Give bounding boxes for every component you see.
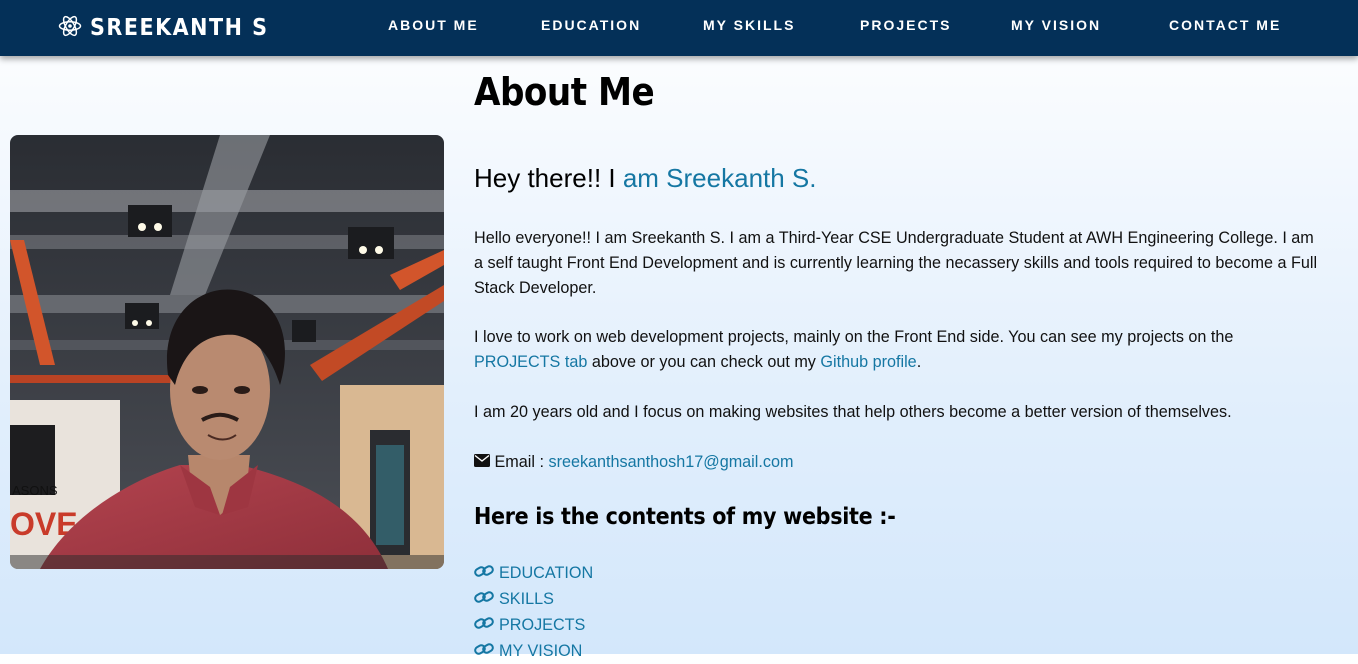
contents-link-my-vision[interactable]: MY VISION xyxy=(499,638,582,664)
list-item: SKILLS xyxy=(474,586,593,612)
projects-paragraph-mid: above or you can check out my xyxy=(587,353,821,371)
greeting-heading: Hey there!! I am Sreekanth S. xyxy=(474,163,817,194)
age-paragraph: I am 20 years old and I focus on making … xyxy=(474,403,1232,421)
nav-education[interactable]: EDUCATION xyxy=(541,17,641,33)
brand-name: SREEKANTH S xyxy=(90,15,269,41)
list-item: PROJECTS xyxy=(474,612,593,638)
contents-link-skills[interactable]: SKILLS xyxy=(499,586,554,612)
contents-heading: Here is the contents of my website :- xyxy=(474,504,896,530)
list-item: MY VISION xyxy=(474,638,593,664)
navbar: SREEKANTH S ABOUT ME EDUCATION MY SKILLS… xyxy=(0,0,1358,56)
intro-paragraph: Hello everyone!! I am Sreekanth S. I am … xyxy=(474,229,1318,297)
profile-photo: ASONS OVE xyxy=(10,135,444,569)
nav-about-me[interactable]: ABOUT ME xyxy=(388,17,479,33)
projects-paragraph-end: . xyxy=(916,353,922,371)
projects-paragraph: I love to work on web development projec… xyxy=(474,325,1324,375)
nav-projects[interactable]: PROJECTS xyxy=(860,17,951,33)
nav-my-vision[interactable]: MY VISION xyxy=(1011,17,1101,33)
link-icon xyxy=(474,560,494,586)
brand-logo[interactable]: SREEKANTH S xyxy=(58,13,269,43)
link-icon xyxy=(474,638,494,664)
list-item: EDUCATION xyxy=(474,560,593,586)
contents-list: EDUCATION SKILLS PROJECTS MY VISION xyxy=(474,560,593,664)
email-label: Email : xyxy=(490,453,549,471)
projects-tab-link[interactable]: PROJECTS tab xyxy=(474,353,587,371)
email-link[interactable]: sreekanthsanthosh17@gmail.com xyxy=(548,453,793,471)
github-profile-link[interactable]: Github profile xyxy=(820,353,916,371)
link-icon xyxy=(474,586,494,612)
atom-icon xyxy=(58,14,82,42)
contents-link-projects[interactable]: PROJECTS xyxy=(499,612,585,638)
contents-link-education[interactable]: EDUCATION xyxy=(499,560,593,586)
projects-paragraph-start: I love to work on web development projec… xyxy=(474,328,1234,346)
greeting-prefix: Hey there!! I xyxy=(474,163,623,193)
email-line: Email : sreekanthsanthosh17@gmail.com xyxy=(474,450,1324,475)
svg-text:ASONS: ASONS xyxy=(12,483,58,498)
envelope-icon xyxy=(474,450,490,475)
nav-contact-me[interactable]: CONTACT ME xyxy=(1169,17,1281,33)
link-icon xyxy=(474,612,494,638)
greeting-name: am Sreekanth S. xyxy=(622,163,817,193)
nav-my-skills[interactable]: MY SKILLS xyxy=(703,17,795,33)
page-title: About Me xyxy=(474,70,655,114)
